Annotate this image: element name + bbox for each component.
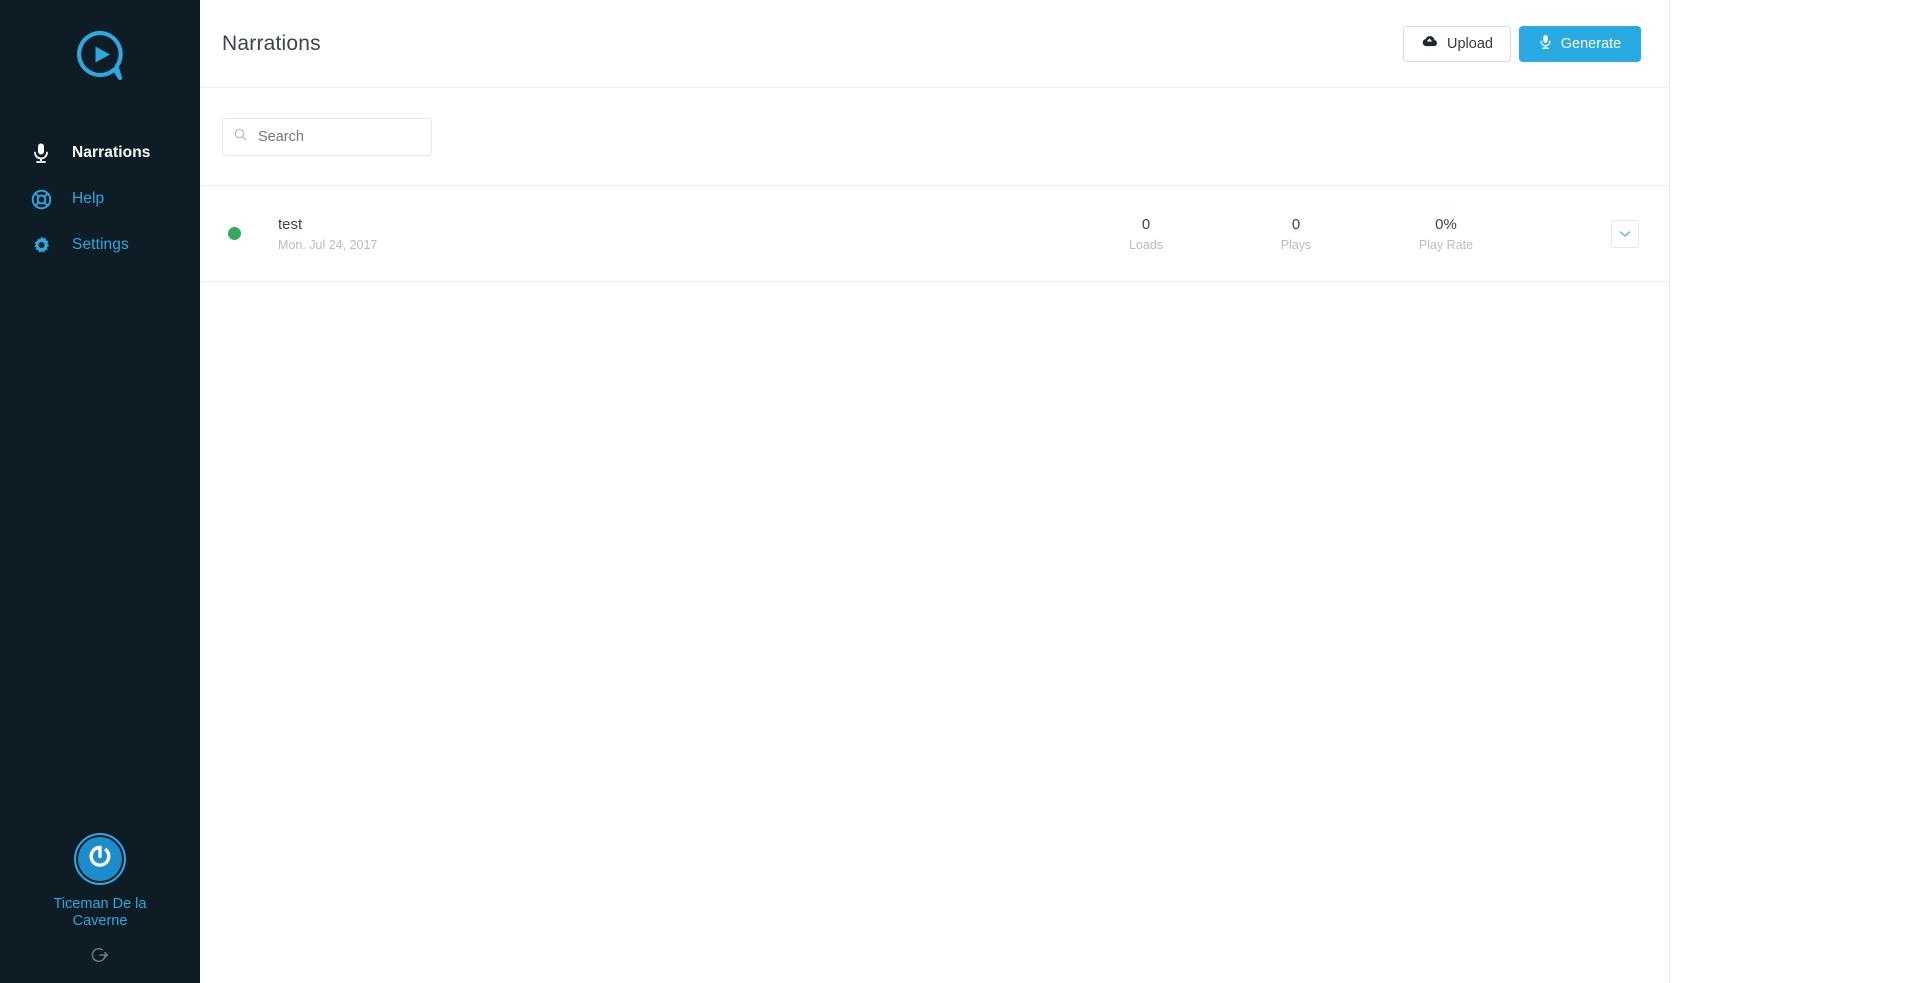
row-expand-button[interactable] (1611, 219, 1639, 248)
generate-button-label: Generate (1560, 35, 1622, 52)
search-icon (234, 128, 247, 146)
row-primary: test Mon. Jul 24, 2017 (278, 215, 377, 253)
user-name[interactable]: Ticeman De la Caverne (30, 896, 170, 930)
search-input[interactable] (258, 128, 420, 145)
microphone-icon (1539, 34, 1552, 54)
upload-button-label: Upload (1447, 35, 1493, 52)
stat-label: Play Rate (1418, 237, 1474, 252)
sidebar-item-label: Settings (72, 236, 129, 253)
app-logo[interactable] (68, 26, 132, 90)
sidebar-item-settings[interactable]: Settings (28, 222, 200, 268)
stat-label: Plays (1280, 237, 1312, 252)
sidebar-item-label: Narrations (72, 144, 151, 161)
stat-plays: 0 Plays (1221, 215, 1371, 253)
content-card: Narrations Upload Generate Search test M… (200, 0, 1670, 983)
stat-loads: 0 Loads (1071, 215, 1221, 253)
sidebar-item-narrations[interactable]: Narrations (28, 130, 200, 176)
stat-value: 0% (1435, 215, 1457, 233)
page-title: Narrations (222, 31, 321, 55)
row-date: Mon. Jul 24, 2017 (278, 237, 378, 252)
narration-list: test Mon. Jul 24, 2017 0 Loads 0 Plays 0… (200, 186, 1669, 282)
search-toolbar (200, 88, 1669, 186)
sidebar-item-help[interactable]: Help (28, 176, 200, 222)
app-root: Narrations Help Settings Ticeman De la C… (0, 0, 1920, 983)
gear-icon (28, 232, 54, 258)
power-avatar-icon (83, 840, 117, 879)
cloud-upload-icon (1421, 35, 1438, 52)
stat-value: 0 (1141, 215, 1151, 233)
sidebar-user-block: Ticeman De la Caverne (0, 833, 200, 967)
row-stats: 0 Loads 0 Plays 0% Play Rate (1071, 215, 1521, 253)
upload-button[interactable]: Upload (1403, 25, 1511, 62)
row-actions (1611, 219, 1639, 248)
chevron-down-icon (1619, 226, 1631, 241)
header-actions: Upload Generate (1403, 25, 1641, 62)
avatar[interactable] (74, 833, 126, 885)
main-content: Narrations Upload Generate Search test M… (200, 0, 1920, 983)
sidebar-nav: Narrations Help Settings (0, 130, 200, 268)
sidebar-item-label: Help (72, 190, 105, 207)
list-empty-space (200, 282, 1669, 983)
page-header: Narrations Upload Generate (200, 0, 1669, 88)
play-bubble-logo (72, 28, 128, 89)
table-row[interactable]: test Mon. Jul 24, 2017 0 Loads 0 Plays 0… (200, 186, 1669, 282)
status-badge (228, 227, 241, 240)
generate-button[interactable]: Generate (1519, 25, 1641, 62)
stat-play-rate: 0% Play Rate (1371, 215, 1521, 253)
row-title: test (278, 215, 303, 233)
stat-label: Loads (1128, 237, 1164, 252)
stat-value: 0 (1291, 215, 1301, 233)
sign-out-icon[interactable] (88, 943, 112, 967)
search-field[interactable] (222, 117, 432, 156)
life-ring-icon (28, 186, 54, 212)
microphone-icon (28, 140, 54, 166)
sidebar: Narrations Help Settings Ticeman De la C… (0, 0, 200, 983)
